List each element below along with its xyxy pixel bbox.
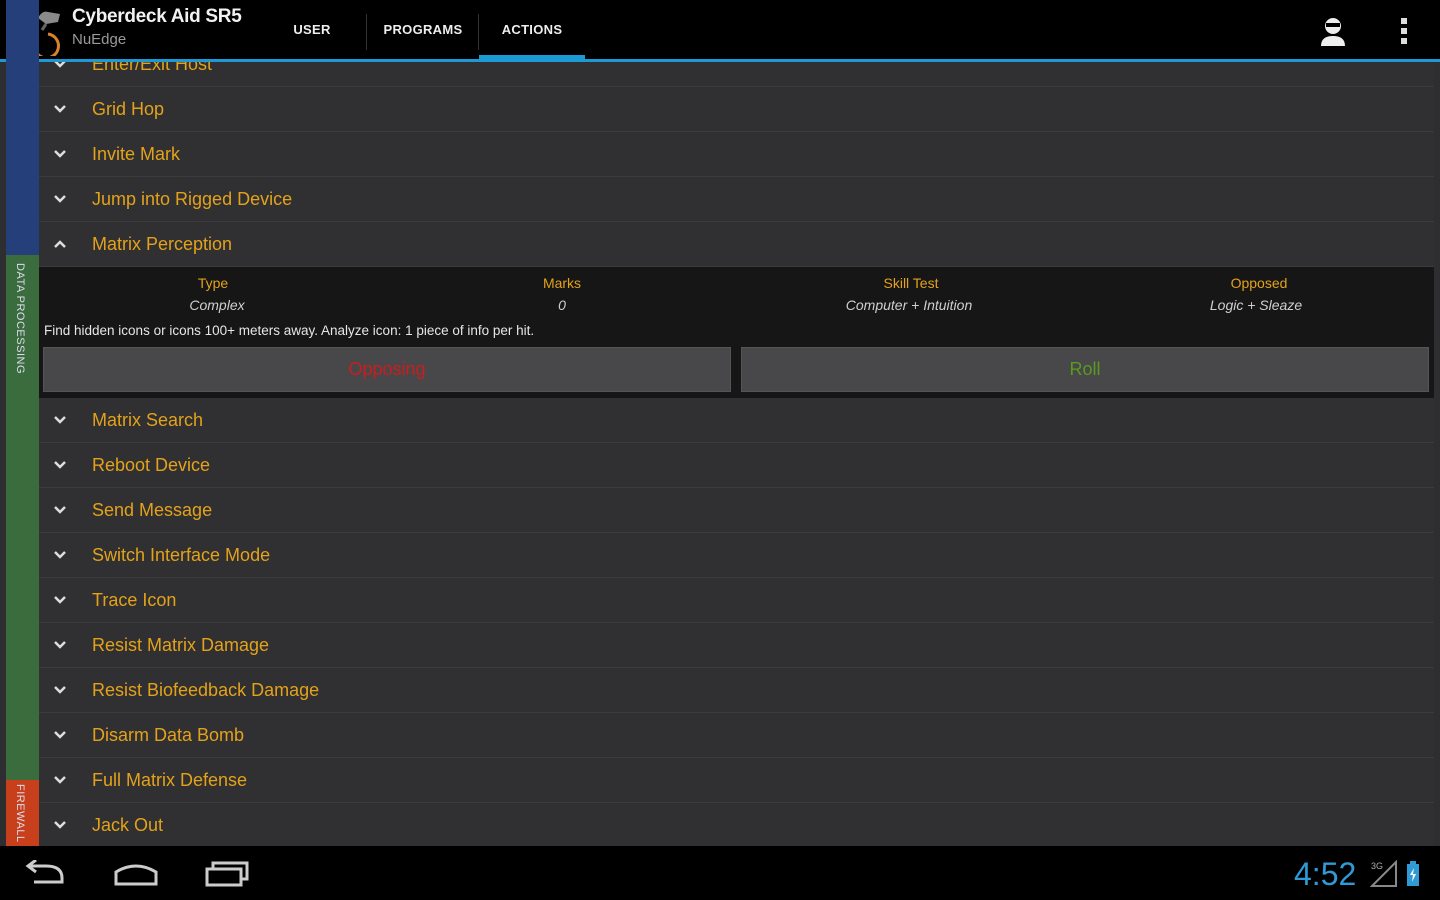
system-navigation-bar <box>0 846 1440 900</box>
chevron-down-icon <box>54 416 66 424</box>
list-item[interactable]: Switch Interface Mode <box>39 533 1434 578</box>
home-icon[interactable] <box>113 862 159 886</box>
tab-programs[interactable]: PROGRAMS <box>368 0 478 59</box>
marks-value: 0 <box>558 297 566 313</box>
chevron-down-icon <box>54 461 66 469</box>
skill-test-value: Computer + Intuition <box>845 297 973 313</box>
action-detail-panel: Type Complex Marks 0 Skill Test Computer… <box>39 267 1434 400</box>
action-label: Reboot Device <box>92 455 211 475</box>
tab-selected-indicator <box>479 55 585 60</box>
chevron-down-icon <box>54 551 66 559</box>
recent-apps-icon[interactable] <box>204 860 250 888</box>
action-description: Find hidden icons or icons 100+ meters a… <box>44 323 535 338</box>
chevron-down-icon <box>54 506 66 514</box>
action-label: Jump into Rigged Device <box>92 189 293 209</box>
action-label: Enter/Exit Host <box>92 62 213 74</box>
list-item[interactable]: Jump into Rigged Device <box>39 177 1434 222</box>
status-clock: 4:52 <box>1294 856 1357 892</box>
chevron-down-icon <box>54 731 66 739</box>
chevron-down-icon <box>54 150 66 158</box>
opposed-value: Logic + Sleaze <box>1209 297 1303 313</box>
list-item[interactable]: Grid Hop <box>39 87 1434 132</box>
tab-user[interactable]: USER <box>266 0 358 59</box>
strip-segment-blue <box>6 0 39 255</box>
action-label: Disarm Data Bomb <box>92 725 245 745</box>
skill-test-header: Skill Test <box>883 275 939 291</box>
action-label: Switch Interface Mode <box>92 545 271 565</box>
battery-icon <box>1407 861 1419 886</box>
list-item[interactable]: Resist Matrix Damage <box>39 623 1434 668</box>
type-value: Complex <box>189 297 245 313</box>
chevron-down-icon <box>54 821 66 829</box>
chevron-down-icon <box>54 195 66 203</box>
action-label: Grid Hop <box>92 99 165 119</box>
opposing-button[interactable]: Opposing <box>43 347 731 392</box>
list-item[interactable]: Invite Mark <box>39 132 1434 177</box>
strip-segment-data-processing: DATA PROCESSING <box>6 255 39 780</box>
action-label: Matrix Perception <box>92 234 233 254</box>
list-item[interactable]: Disarm Data Bomb <box>39 713 1434 758</box>
strip-segment-firewall: FIREWALL <box>6 780 39 846</box>
list-item[interactable]: Full Matrix Defense <box>39 758 1434 803</box>
action-label: Trace Icon <box>92 590 177 610</box>
app-title: Cyberdeck Aid SR5 <box>72 6 242 27</box>
action-label: Resist Biofeedback Damage <box>92 680 320 700</box>
action-bar: Cyberdeck Aid SR5 NuEdge USER PROGRAMS A… <box>0 0 1440 62</box>
data-processing-label: DATA PROCESSING <box>14 263 26 375</box>
chevron-down-icon <box>54 596 66 604</box>
attribute-strip: DATA PROCESSING FIREWALL <box>6 0 39 846</box>
tab-divider <box>366 14 367 50</box>
chevron-down-icon <box>54 62 66 68</box>
list-item[interactable]: Reboot Device <box>39 443 1434 488</box>
signal-icon: 3G <box>1370 860 1397 887</box>
action-label: Full Matrix Defense <box>92 770 248 790</box>
action-label: Jack Out <box>92 815 164 835</box>
chevron-down-icon <box>54 641 66 649</box>
list-item-expanded[interactable]: Matrix Perception <box>39 222 1434 267</box>
list-item[interactable]: Jack Out <box>39 803 1434 846</box>
back-icon[interactable] <box>24 860 68 886</box>
marks-header: Marks <box>542 275 582 291</box>
list-item[interactable]: Resist Biofeedback Damage <box>39 668 1434 713</box>
firewall-label: FIREWALL <box>14 784 26 843</box>
action-label: Matrix Search <box>92 410 204 430</box>
action-label: Send Message <box>92 500 213 520</box>
list-item[interactable]: Trace Icon <box>39 578 1434 623</box>
network-type-label: 3G <box>1371 861 1383 871</box>
action-label: Resist Matrix Damage <box>92 635 270 655</box>
app-subtitle: NuEdge <box>72 31 127 48</box>
overflow-menu-icon[interactable] <box>1396 14 1412 48</box>
roll-button[interactable]: Roll <box>741 347 1429 392</box>
chevron-down-icon <box>54 105 66 113</box>
user-icon[interactable] <box>1316 14 1350 48</box>
actions-list: Enter/Exit Host Grid Hop Invite Mark Jum… <box>39 62 1434 846</box>
tab-actions[interactable]: ACTIONS <box>479 0 585 59</box>
chevron-up-icon <box>54 240 66 248</box>
type-header: Type <box>197 275 229 291</box>
chevron-down-icon <box>54 686 66 694</box>
list-item[interactable]: Send Message <box>39 488 1434 533</box>
opposed-header: Opposed <box>1230 275 1288 291</box>
list-item[interactable]: Enter/Exit Host <box>39 62 1434 87</box>
chevron-down-icon <box>54 776 66 784</box>
list-item[interactable]: Matrix Search <box>39 398 1434 443</box>
action-label: Invite Mark <box>92 144 181 164</box>
